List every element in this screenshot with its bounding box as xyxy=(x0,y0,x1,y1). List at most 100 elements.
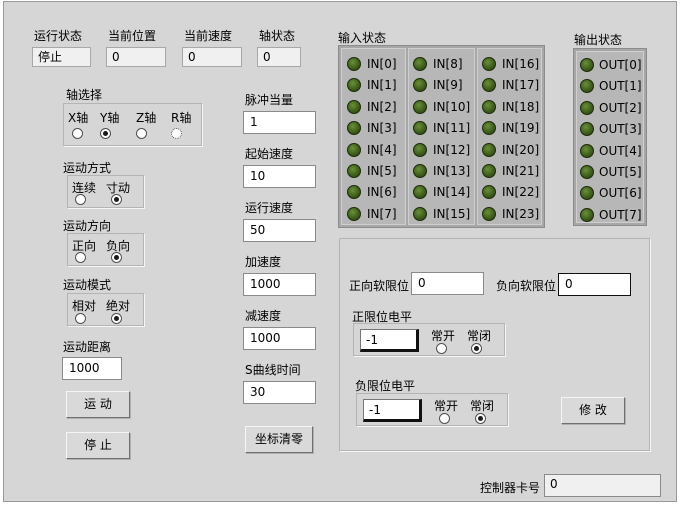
decel-input[interactable]: 1000 xyxy=(243,327,316,350)
input-led-label: IN[2] xyxy=(367,100,397,114)
distance-label: 运动距离 xyxy=(63,340,112,354)
pos-level-radio-no[interactable] xyxy=(436,343,447,354)
input-led-label: IN[3] xyxy=(367,121,397,135)
input-led-icon xyxy=(347,57,361,71)
output-led-icon xyxy=(580,79,594,93)
pattern-radio-relative[interactable] xyxy=(75,313,86,324)
run-state-label: 运行状态 xyxy=(34,29,83,43)
run-speed-input[interactable]: 50 xyxy=(243,219,316,242)
modify-button[interactable]: 修 改 xyxy=(561,397,625,424)
input-led-icon xyxy=(347,143,361,157)
pattern-radio-absolute[interactable] xyxy=(111,313,122,324)
pos-level-radio-nc[interactable] xyxy=(471,343,482,354)
input-led-label: IN[22] xyxy=(502,185,540,199)
stop-button[interactable]: 停 止 xyxy=(66,432,130,459)
neg-level-option-no: 常开 xyxy=(434,399,459,413)
motion-mode-option-continuous: 连续 xyxy=(72,181,97,195)
direction-option-forward: 正向 xyxy=(72,239,97,253)
input-status-label: 输入状态 xyxy=(338,31,387,45)
axis-state-label: 轴状态 xyxy=(259,29,296,43)
input-led-icon xyxy=(413,121,427,135)
neg-level-option-nc: 常闭 xyxy=(470,399,495,413)
direction-radio-reverse[interactable] xyxy=(111,252,122,263)
input-led-icon xyxy=(347,185,361,199)
neg-soft-limit-input[interactable]: 0 xyxy=(558,273,631,296)
axis-option-z-label: Z轴 xyxy=(136,111,157,125)
input-led-label: IN[9] xyxy=(433,78,463,92)
distance-input[interactable]: 1000 xyxy=(62,357,122,380)
input-led-label: IN[14] xyxy=(433,185,471,199)
input-led-icon xyxy=(413,164,427,178)
position-label: 当前位置 xyxy=(108,29,157,43)
input-led-icon xyxy=(482,185,496,199)
input-led-label: IN[8] xyxy=(433,57,463,71)
input-led-icon xyxy=(347,78,361,92)
pulse-equiv-input[interactable]: 1 xyxy=(243,111,316,134)
neg-level-radio-no[interactable] xyxy=(439,413,450,424)
input-led-label: IN[18] xyxy=(502,100,540,114)
neg-level-radio-nc[interactable] xyxy=(475,413,486,424)
input-led-icon xyxy=(413,207,427,221)
start-speed-input[interactable]: 10 xyxy=(243,165,316,188)
run-state-display: 停止 xyxy=(32,47,91,67)
axis-radio-r[interactable] xyxy=(171,128,182,139)
input-led-label: IN[23] xyxy=(502,207,540,221)
input-led-icon xyxy=(482,121,496,135)
input-led-icon xyxy=(482,143,496,157)
accel-label: 加速度 xyxy=(245,255,282,269)
output-led-icon xyxy=(580,122,594,136)
axis-option-x-label: X轴 xyxy=(68,111,89,125)
pos-level-option-nc: 常闭 xyxy=(467,329,492,343)
input-led-icon xyxy=(413,100,427,114)
start-speed-label: 起始速度 xyxy=(245,147,294,161)
output-led-label: OUT[3] xyxy=(599,122,642,136)
motion-mode-radio-jog[interactable] xyxy=(111,194,122,205)
input-led-label: IN[13] xyxy=(433,164,471,178)
output-led-label: OUT[4] xyxy=(599,144,642,158)
input-led-icon xyxy=(413,57,427,71)
output-led-icon xyxy=(580,144,594,158)
input-led-label: IN[19] xyxy=(502,121,540,135)
input-led-label: IN[10] xyxy=(433,100,471,114)
direction-radio-forward[interactable] xyxy=(75,252,86,263)
move-button[interactable]: 运 动 xyxy=(66,391,130,418)
input-led-label: IN[21] xyxy=(502,164,540,178)
axis-option-r-label: R轴 xyxy=(171,111,192,125)
input-led-icon xyxy=(413,143,427,157)
input-led-icon xyxy=(347,121,361,135)
motion-mode-radio-continuous[interactable] xyxy=(75,194,86,205)
input-led-icon xyxy=(482,57,496,71)
clear-coords-button[interactable]: 坐标清零 xyxy=(245,426,313,453)
pos-level-input[interactable]: -1 xyxy=(360,329,419,352)
axis-radio-x[interactable] xyxy=(72,128,83,139)
input-led-icon xyxy=(347,100,361,114)
input-led-label: IN[16] xyxy=(502,57,540,71)
output-led-icon xyxy=(580,101,594,115)
input-led-icon xyxy=(482,78,496,92)
output-led-icon xyxy=(580,186,594,200)
input-led-label: IN[1] xyxy=(367,78,397,92)
accel-input[interactable]: 1000 xyxy=(243,273,316,296)
output-led-icon xyxy=(580,208,594,222)
input-led-icon xyxy=(413,78,427,92)
output-led-label: OUT[5] xyxy=(599,165,642,179)
s-curve-input[interactable]: 30 xyxy=(243,381,316,404)
motion-direction-label: 运动方向 xyxy=(63,219,112,233)
input-led-icon xyxy=(482,100,496,114)
neg-level-input[interactable]: -1 xyxy=(363,399,422,422)
axis-radio-y[interactable] xyxy=(100,128,111,139)
output-led-label: OUT[0] xyxy=(599,58,642,72)
decel-label: 减速度 xyxy=(245,309,282,323)
axis-state-display: 0 xyxy=(257,47,301,67)
axis-select-label: 轴选择 xyxy=(66,88,103,102)
pos-soft-limit-input[interactable]: 0 xyxy=(411,272,484,295)
pattern-option-relative: 相对 xyxy=(72,299,97,313)
axis-radio-z[interactable] xyxy=(136,128,147,139)
input-led-label: IN[11] xyxy=(433,121,471,135)
output-led-icon xyxy=(580,165,594,179)
pattern-option-absolute: 绝对 xyxy=(106,299,131,313)
input-led-label: IN[20] xyxy=(502,143,540,157)
output-led-label: OUT[1] xyxy=(599,79,642,93)
speed-display: 0 xyxy=(182,47,242,67)
input-led-icon xyxy=(347,164,361,178)
